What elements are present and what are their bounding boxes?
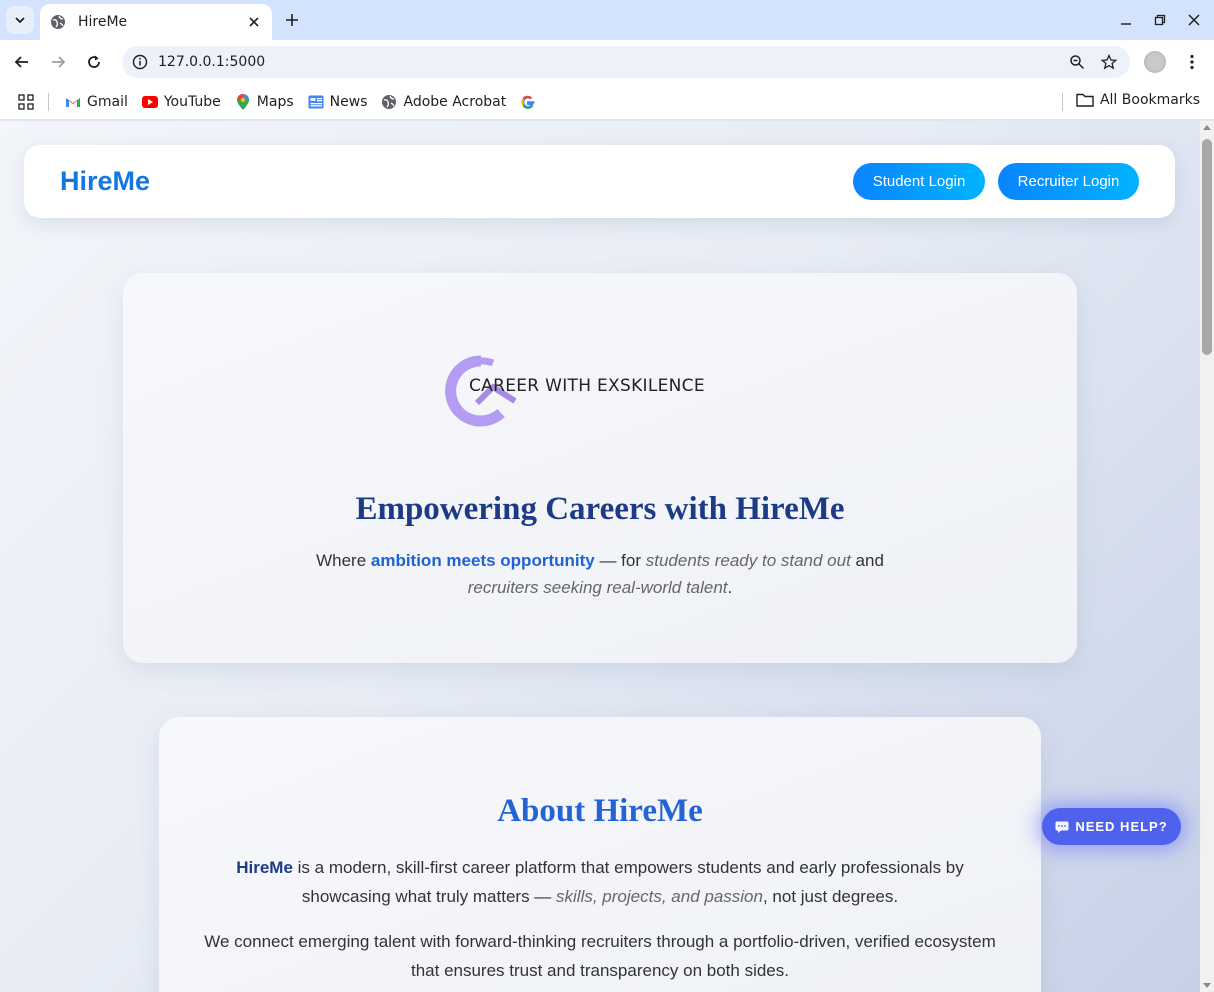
- all-bookmarks-button[interactable]: All Bookmarks: [1076, 92, 1200, 108]
- about-title: About HireMe: [497, 793, 703, 829]
- about-card: About HireMe HireMe is a modern, skill-f…: [159, 717, 1041, 992]
- browser-toolbar: 127.0.0.1:5000: [0, 40, 1214, 84]
- bookmark-label: Adobe Acrobat: [403, 93, 507, 110]
- bookmark-label: Maps: [256, 93, 294, 110]
- hero-title: Empowering Careers with HireMe: [355, 491, 845, 527]
- bookmark-star-icon[interactable]: [1098, 51, 1120, 73]
- logo-text: CAREER WITH EXSKILENCE: [469, 376, 705, 396]
- arrow-left-icon: [14, 56, 28, 68]
- about-brand: HireMe: [236, 858, 293, 877]
- page-scrollbar[interactable]: [1200, 121, 1214, 992]
- scrollbar-thumb[interactable]: [1202, 139, 1212, 355]
- google-icon: [520, 94, 536, 110]
- bookmarks-divider: [48, 92, 49, 111]
- scroll-up-icon[interactable]: [1203, 125, 1211, 130]
- bookmark-news[interactable]: News: [308, 93, 368, 110]
- apps-grid-icon[interactable]: [18, 93, 34, 110]
- site-navbar: HireMe Student Login Recruiter Login: [24, 145, 1175, 218]
- gmail-icon: [65, 94, 81, 110]
- plus-icon: [286, 14, 298, 26]
- about-paragraph-2: We connect emerging talent with forward-…: [204, 932, 996, 980]
- folder-icon: [1076, 92, 1094, 108]
- chevron-down-icon: [15, 17, 25, 24]
- bookmarks-bar: Gmail YouTube Maps News Adobe Acrobat Al…: [0, 84, 1214, 120]
- need-help-label: NEED HELP?: [1075, 819, 1168, 834]
- chat-bubble-icon: [1055, 821, 1069, 833]
- bookmark-label: YouTube: [163, 93, 221, 110]
- bookmark-label: News: [329, 93, 368, 110]
- restore-button[interactable]: [1150, 8, 1170, 32]
- browser-menu-icon[interactable]: [1182, 50, 1202, 74]
- maps-icon: [235, 93, 251, 110]
- page-viewport: HireMe Student Login Recruiter Login CAR…: [0, 121, 1200, 992]
- bookmark-adobe-acrobat[interactable]: Adobe Acrobat: [381, 94, 506, 110]
- scroll-down-icon[interactable]: [1203, 983, 1211, 988]
- recruiter-login-button[interactable]: Recruiter Login: [998, 163, 1139, 200]
- bookmark-gmail[interactable]: Gmail: [65, 94, 128, 110]
- close-window-button[interactable]: [1184, 8, 1204, 32]
- bookmark-maps[interactable]: Maps: [235, 93, 294, 110]
- back-button[interactable]: [10, 50, 34, 74]
- need-help-button[interactable]: NEED HELP?: [1042, 808, 1181, 845]
- browser-tabstrip: HireMe: [0, 0, 1214, 40]
- hero-card: CAREER WITH EXSKILENCE Empowering Career…: [123, 273, 1077, 663]
- youtube-icon: [141, 94, 158, 110]
- address-bar[interactable]: 127.0.0.1:5000: [122, 46, 1130, 78]
- reload-icon: [88, 55, 100, 68]
- tagline-highlight: ambition meets opportunity: [370, 551, 595, 570]
- tab-search-button[interactable]: [6, 6, 34, 34]
- bookmark-google[interactable]: [520, 94, 542, 110]
- hero-tagline: Where ambition meets opportunity — for s…: [316, 551, 884, 597]
- close-tab-icon[interactable]: [246, 14, 262, 30]
- bookmark-youtube[interactable]: YouTube: [141, 93, 221, 110]
- profile-avatar[interactable]: [1144, 51, 1166, 73]
- about-paragraph-1: HireMe is a modern, skill-first career p…: [236, 858, 964, 906]
- news-icon: [308, 94, 324, 110]
- url-text: 127.0.0.1:5000: [158, 54, 266, 70]
- student-login-button[interactable]: Student Login: [853, 163, 985, 200]
- browser-tab[interactable]: HireMe: [40, 4, 272, 40]
- about-italic: skills, projects, and passion: [556, 887, 763, 906]
- forward-button[interactable]: [46, 50, 70, 74]
- tab-title: HireMe: [78, 14, 128, 30]
- all-bookmarks-label: All Bookmarks: [1099, 92, 1200, 108]
- minimize-button[interactable]: [1116, 8, 1136, 32]
- site-info-icon[interactable]: [132, 54, 148, 70]
- bookmark-label: Gmail: [87, 93, 128, 110]
- globe-icon: [50, 14, 66, 30]
- globe-icon: [381, 94, 397, 110]
- tagline-recruiters: recruiters seeking real-world talent: [467, 578, 728, 597]
- arrow-right-icon: [52, 56, 66, 68]
- site-logo[interactable]: HireMe: [60, 166, 150, 197]
- reload-button[interactable]: [82, 50, 106, 74]
- tagline-students: students ready to stand out: [645, 551, 851, 570]
- zoom-icon[interactable]: [1066, 51, 1088, 73]
- new-tab-button[interactable]: [282, 10, 302, 30]
- career-with-exskilence-logo: CAREER WITH EXSKILENCE: [443, 353, 783, 433]
- bookmarks-divider: [1062, 93, 1063, 111]
